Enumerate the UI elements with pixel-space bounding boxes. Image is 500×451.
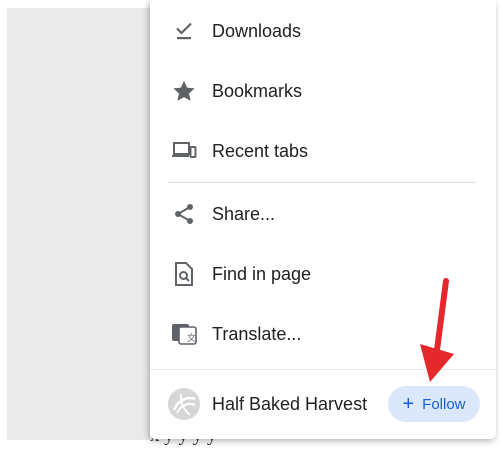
site-avatar [168, 388, 200, 420]
menu-item-bookmarks[interactable]: Bookmarks [150, 63, 496, 119]
annotation-arrow-icon [420, 278, 454, 382]
translate-icon: G 文 [170, 320, 198, 348]
menu-item-downloads[interactable]: Downloads [150, 3, 496, 59]
site-name: Half Baked Harvest [212, 394, 368, 414]
find-in-page-icon [170, 260, 198, 288]
menu-item-recent-tabs[interactable]: Recent tabs [150, 123, 496, 179]
devices-icon [170, 137, 198, 165]
menu-item-label: Downloads [212, 20, 302, 41]
site-logo-icon [168, 388, 200, 420]
blurred-image [7, 8, 150, 440]
download-check-icon [170, 17, 198, 45]
svg-text:文: 文 [187, 332, 196, 344]
share-icon [170, 200, 198, 228]
follow-button[interactable]: + Follow [388, 386, 480, 422]
menu-item-share[interactable]: Share... [150, 186, 496, 242]
menu-item-label: Translate... [212, 323, 302, 344]
menu-item-label: Find in page [212, 263, 312, 284]
plus-icon: + [402, 393, 415, 415]
menu-item-label: Recent tabs [212, 140, 309, 161]
follow-label: Follow [422, 395, 466, 413]
menu-divider [168, 182, 476, 183]
menu-item-label: Bookmarks [212, 80, 303, 101]
menu-item-label: Share... [212, 203, 276, 224]
star-icon [170, 77, 198, 105]
